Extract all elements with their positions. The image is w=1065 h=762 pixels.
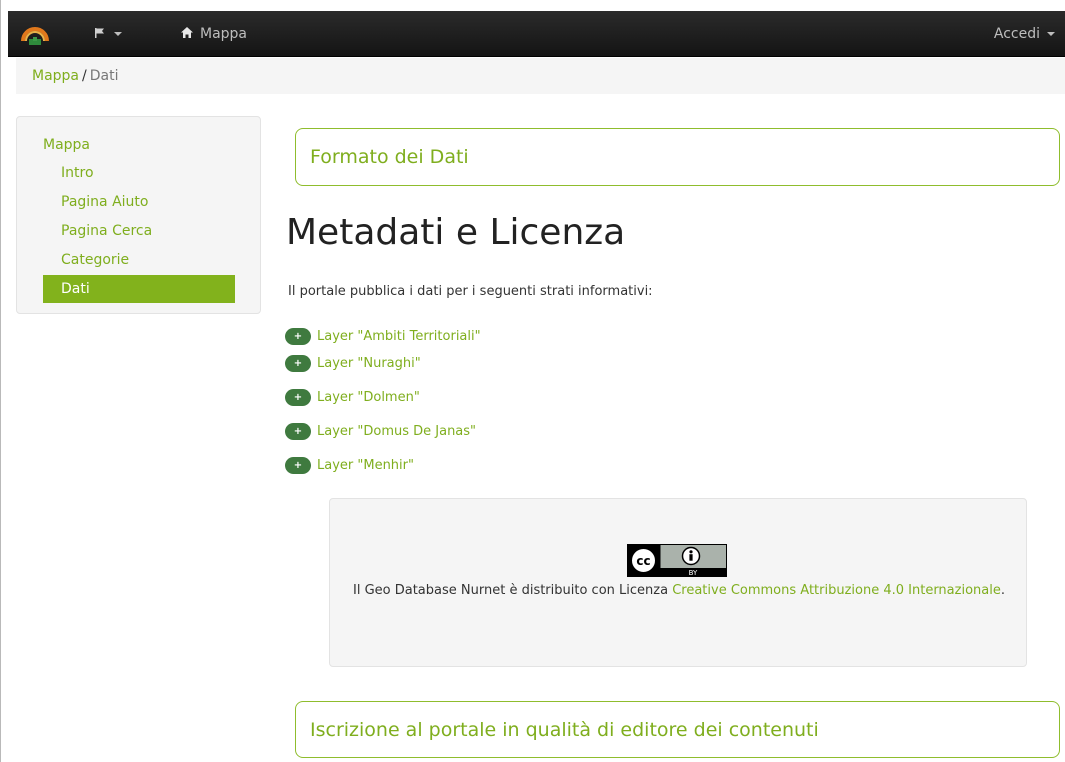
badge-by-label: BY	[689, 569, 698, 577]
licence-link[interactable]: Creative Commons Attribuzione 4.0 Intern…	[672, 583, 1001, 598]
layer-label[interactable]: Layer "Ambiti Territoriali"	[317, 329, 481, 344]
top-navbar: Mappa Accedi	[8, 11, 1065, 57]
section-formato-dati[interactable]: Formato dei Dati	[295, 128, 1060, 186]
expand-icon[interactable]: +	[285, 327, 311, 345]
intro-text: Il portale pubblica i dati per i seguent…	[288, 284, 653, 299]
section-iscrizione-editore[interactable]: Iscrizione al portale in qualità di edit…	[295, 701, 1060, 758]
section-formato-dati-title: Formato dei Dati	[310, 146, 469, 168]
sidebar-item-dati[interactable]: Dati	[43, 275, 235, 303]
nav-home-link[interactable]: Mappa	[180, 21, 247, 47]
licence-text-suffix: .	[1000, 583, 1005, 598]
expand-icon[interactable]: +	[285, 422, 311, 440]
nav-home-label: Mappa	[200, 26, 248, 42]
sidebar-item-categorie[interactable]: Categorie	[43, 246, 235, 275]
breadcrumb: Mappa / Dati	[16, 58, 1065, 94]
layer-label[interactable]: Layer "Dolmen"	[317, 390, 420, 405]
sidebar-item-intro[interactable]: Intro	[43, 159, 235, 188]
language-menu[interactable]	[94, 21, 122, 47]
breadcrumb-current: Dati	[89, 68, 119, 84]
layer-item[interactable]: + Layer "Ambiti Territoriali"	[285, 326, 481, 346]
flag-icon	[94, 27, 106, 42]
breadcrumb-parent-link[interactable]: Mappa	[32, 68, 79, 84]
page-title: Metadati e Licenza	[286, 212, 626, 253]
layer-label[interactable]: Layer "Nuraghi"	[317, 356, 421, 371]
sidebar-item-pagina-aiuto[interactable]: Pagina Aiuto	[43, 188, 235, 217]
layer-label[interactable]: Layer "Menhir"	[317, 458, 414, 473]
chevron-down-icon	[1047, 32, 1055, 36]
nurnet-logo-icon[interactable]	[20, 19, 50, 49]
cc-by-badge-icon[interactable]: cc BY	[627, 544, 727, 577]
layer-item[interactable]: + Layer "Nuraghi"	[285, 346, 481, 380]
chevron-down-icon	[114, 32, 122, 36]
layer-list: + Layer "Ambiti Territoriali" + Layer "N…	[285, 326, 481, 482]
expand-icon[interactable]: +	[285, 354, 311, 372]
layer-item[interactable]: + Layer "Dolmen"	[285, 380, 481, 414]
svg-text:cc: cc	[636, 554, 650, 568]
breadcrumb-separator: /	[82, 68, 87, 84]
page-border	[0, 0, 1, 762]
licence-text: Il Geo Database Nurnet è distribuito con…	[330, 581, 1028, 601]
section-iscrizione-title: Iscrizione al portale in qualità di edit…	[310, 718, 819, 741]
expand-icon[interactable]: +	[285, 456, 311, 474]
sidebar-heading[interactable]: Mappa	[43, 134, 260, 156]
layer-item[interactable]: + Layer "Menhir"	[285, 448, 481, 482]
sidebar-nav: Mappa Intro Pagina Aiuto Pagina Cerca Ca…	[16, 116, 261, 314]
layer-item[interactable]: + Layer "Domus De Janas"	[285, 414, 481, 448]
login-menu[interactable]: Accedi	[994, 21, 1055, 47]
home-icon	[180, 26, 194, 43]
login-label: Accedi	[993, 26, 1040, 42]
sidebar-item-pagina-cerca[interactable]: Pagina Cerca	[43, 217, 235, 246]
licence-well: cc BY Il Geo Database Nurnet è distribui…	[329, 498, 1027, 667]
expand-icon[interactable]: +	[285, 388, 311, 406]
licence-text-prefix: Il Geo Database Nurnet è distribuito con…	[353, 583, 673, 598]
layer-label[interactable]: Layer "Domus De Janas"	[317, 424, 476, 439]
